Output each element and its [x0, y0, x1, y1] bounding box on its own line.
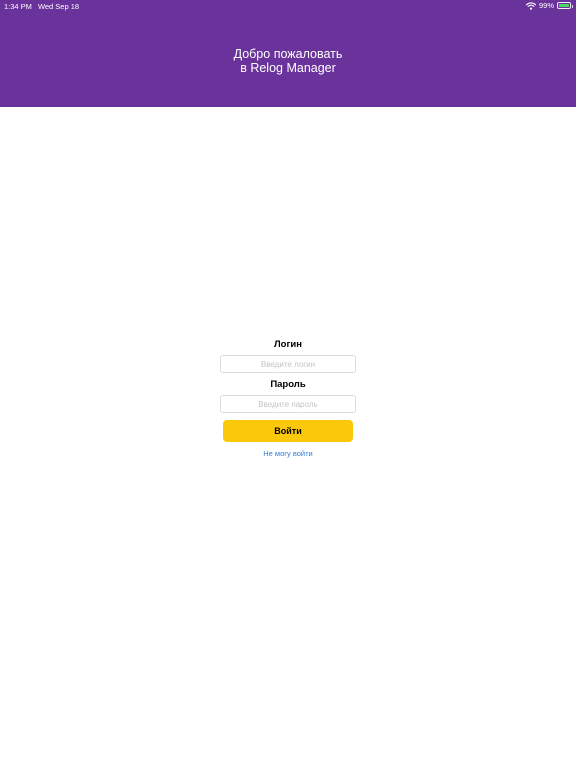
- status-bar: 1:34 PM Wed Sep 18 99%: [0, 0, 576, 12]
- login-button[interactable]: Войти: [223, 420, 353, 442]
- status-bar-left: 1:34 PM Wed Sep 18: [4, 2, 79, 11]
- wifi-icon: [525, 1, 536, 10]
- login-label: Логин: [273, 339, 302, 350]
- battery-cap: [571, 4, 573, 8]
- battery-percent: 99%: [538, 1, 554, 10]
- login-input[interactable]: [220, 355, 356, 373]
- welcome-header: 1:34 PM Wed Sep 18 99% Добро пожаловать в…: [0, 0, 576, 107]
- welcome-title: Добро пожаловать в Relog Manager: [0, 47, 576, 75]
- cant-login-link[interactable]: Не могу войти: [220, 449, 356, 458]
- password-input[interactable]: [220, 395, 356, 413]
- status-date: Wed Sep 18: [37, 2, 80, 11]
- status-bar-right: 99%: [525, 1, 573, 10]
- battery-icon: [557, 2, 573, 9]
- welcome-line-1: Добро пожаловать: [233, 47, 343, 61]
- welcome-line-2: в Relog Manager: [240, 60, 336, 75]
- password-label: Пароль: [270, 379, 306, 390]
- login-form: Логин Пароль Войти Не могу войти: [220, 339, 356, 458]
- status-time: 1:34 PM: [4, 2, 32, 11]
- battery-level-fill: [559, 4, 569, 7]
